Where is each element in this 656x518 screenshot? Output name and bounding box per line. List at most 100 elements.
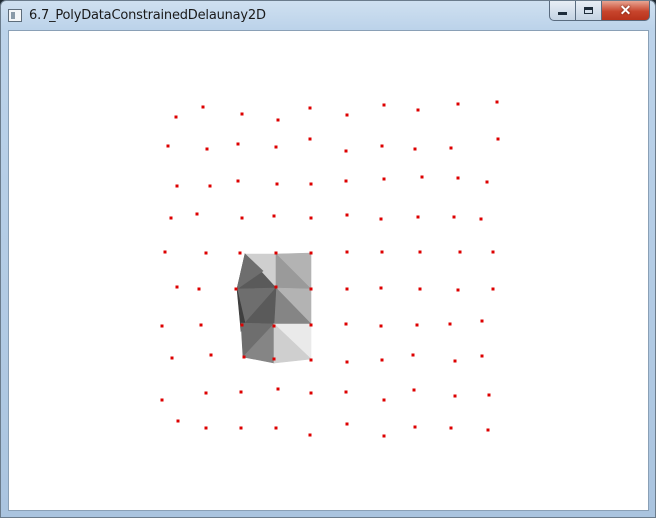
data-point xyxy=(345,287,349,291)
data-point xyxy=(448,322,452,326)
data-point xyxy=(239,390,243,394)
data-point xyxy=(413,147,417,151)
data-point xyxy=(344,390,348,394)
app-window: 6.7_PolyDataConstrainedDelaunay2D ✕ xyxy=(0,0,656,518)
minimize-button[interactable] xyxy=(549,1,576,21)
data-point xyxy=(160,398,164,402)
data-point xyxy=(412,388,416,392)
minimize-icon xyxy=(558,12,567,15)
data-point xyxy=(345,250,349,254)
data-point xyxy=(345,213,349,217)
data-point xyxy=(308,137,312,141)
close-icon: ✕ xyxy=(619,2,632,18)
data-point xyxy=(239,426,243,430)
data-point xyxy=(458,250,462,254)
data-point xyxy=(456,176,460,180)
data-point xyxy=(449,146,453,150)
data-point xyxy=(274,285,278,289)
data-point xyxy=(491,250,495,254)
data-point xyxy=(240,323,244,327)
data-point xyxy=(480,319,484,323)
data-point xyxy=(274,426,278,430)
data-point xyxy=(309,182,313,186)
data-point xyxy=(418,287,422,291)
data-point xyxy=(238,251,242,255)
data-point xyxy=(456,288,460,292)
data-point xyxy=(176,419,180,423)
data-point xyxy=(309,358,313,362)
data-point xyxy=(452,215,456,219)
data-point xyxy=(309,216,313,220)
data-point xyxy=(166,144,170,148)
title-bar[interactable]: 6.7_PolyDataConstrainedDelaunay2D ✕ xyxy=(1,1,655,31)
data-point xyxy=(382,103,386,107)
data-point xyxy=(163,250,167,254)
point-cloud xyxy=(160,100,500,438)
data-point xyxy=(380,144,384,148)
data-point xyxy=(379,286,383,290)
data-point xyxy=(199,323,203,327)
data-point xyxy=(309,391,313,395)
data-point xyxy=(272,357,276,361)
triangulated-mesh xyxy=(236,252,312,364)
data-point xyxy=(380,358,384,362)
data-point xyxy=(204,251,208,255)
data-point xyxy=(308,433,312,437)
render-canvas[interactable] xyxy=(9,31,649,511)
data-point xyxy=(456,102,460,106)
data-point xyxy=(274,251,278,255)
data-point xyxy=(274,145,278,149)
data-point xyxy=(276,118,280,122)
data-point xyxy=(449,426,453,430)
window-title: 6.7_PolyDataConstrainedDelaunay2D xyxy=(29,8,266,23)
data-point xyxy=(416,108,420,112)
render-viewport[interactable] xyxy=(8,30,649,511)
data-point xyxy=(204,391,208,395)
data-point xyxy=(382,398,386,402)
close-button[interactable]: ✕ xyxy=(602,1,650,21)
data-point xyxy=(272,324,276,328)
data-point xyxy=(209,353,213,357)
data-point xyxy=(380,250,384,254)
data-point xyxy=(416,215,420,219)
maximize-button[interactable] xyxy=(576,1,602,21)
data-point xyxy=(345,422,349,426)
data-point xyxy=(415,323,419,327)
data-point xyxy=(169,216,173,220)
data-point xyxy=(242,355,246,359)
data-point xyxy=(240,112,244,116)
data-point xyxy=(309,251,313,255)
data-point xyxy=(495,100,499,104)
data-point xyxy=(195,212,199,216)
data-point xyxy=(382,434,386,438)
window-app-icon[interactable] xyxy=(8,9,22,22)
maximize-icon xyxy=(584,7,593,14)
data-point xyxy=(272,214,276,218)
data-point xyxy=(174,115,178,119)
data-point xyxy=(418,250,422,254)
data-point xyxy=(309,287,313,291)
data-point xyxy=(309,323,313,327)
data-point xyxy=(420,175,424,179)
data-point xyxy=(197,287,201,291)
data-point xyxy=(453,394,457,398)
window-controls: ✕ xyxy=(549,1,650,21)
data-point xyxy=(175,184,179,188)
data-point xyxy=(345,360,349,364)
data-point xyxy=(204,426,208,430)
data-point xyxy=(480,354,484,358)
data-point xyxy=(479,217,483,221)
data-point xyxy=(344,179,348,183)
data-point xyxy=(276,387,280,391)
data-point xyxy=(234,287,238,291)
data-point xyxy=(175,285,179,289)
data-point xyxy=(201,105,205,109)
data-point xyxy=(344,149,348,153)
data-point xyxy=(379,324,383,328)
data-point xyxy=(453,359,457,363)
data-point xyxy=(485,180,489,184)
data-point xyxy=(275,182,279,186)
data-point xyxy=(344,322,348,326)
data-point xyxy=(208,184,212,188)
data-point xyxy=(240,216,244,220)
